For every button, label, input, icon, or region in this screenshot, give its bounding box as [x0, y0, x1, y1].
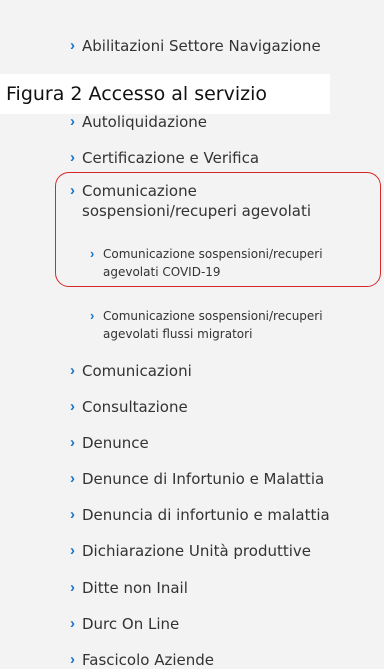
menu-item-denunce-di-infortunio-e-malattia[interactable]: › Denunce di Infortunio e Malattia: [70, 469, 324, 489]
menu-item-label: Dichiarazione Unità produttive: [82, 542, 312, 560]
menu-item-label: Denunce: [82, 434, 149, 452]
menu-item-label: Abilitazioni Settore Navigazione: [82, 37, 321, 55]
menu-item-label: Denunce di Infortunio e Malattia: [82, 470, 325, 488]
menu-item-certificazione-e-verifica[interactable]: › Certificazione e Verifica: [70, 148, 259, 168]
menu-item-dichiarazione-unita-produttive[interactable]: › Dichiarazione Unità produttive: [70, 541, 311, 561]
menu-item-label: Ditte non Inail: [82, 579, 188, 597]
chevron-right-icon: ›: [70, 470, 75, 487]
menu-item-label: Certificazione e Verifica: [82, 149, 260, 167]
menu-item-label: Denuncia di infortunio e malattia: [82, 506, 330, 524]
menu-item-denunce[interactable]: › Denunce: [70, 433, 149, 453]
chevron-right-icon: ›: [70, 113, 75, 130]
chevron-right-icon: ›: [70, 398, 75, 415]
chevron-right-icon: ›: [70, 506, 75, 523]
chevron-right-icon: ›: [70, 579, 75, 596]
chevron-right-icon: ›: [70, 615, 75, 632]
menu-item-abilitazioni-settore-navigazione[interactable]: › Abilitazioni Settore Navigazione: [70, 36, 321, 56]
chevron-right-icon: ›: [70, 651, 75, 668]
menu-item-durc-on-line[interactable]: › Durc On Line: [70, 614, 179, 634]
chevron-right-icon: ›: [70, 434, 75, 451]
submenu-item-label: Comunicazione sospensioni/recuperi agevo…: [103, 247, 323, 279]
menu-item-label: Autoliquidazione: [82, 113, 208, 131]
menu-item-fascicolo-aziende[interactable]: › Fascicolo Aziende: [70, 650, 214, 669]
chevron-right-icon: ›: [70, 37, 75, 54]
menu-item-label: Consultazione: [82, 398, 188, 416]
menu-item-ditte-non-inail[interactable]: › Ditte non Inail: [70, 578, 188, 598]
menu-item-denuncia-di-infortunio-e-malattia[interactable]: › Denuncia di infortunio e malattia: [70, 505, 330, 525]
submenu-item-covid-19[interactable]: › Comunicazione sospensioni/recuperi age…: [90, 245, 363, 281]
chevron-right-icon: ›: [70, 149, 75, 166]
chevron-right-icon: ›: [70, 182, 75, 199]
submenu-item-flussi-migratori[interactable]: › Comunicazione sospensioni/recuperi age…: [90, 307, 363, 343]
menu-item-label: Durc On Line: [82, 615, 180, 633]
menu-item-autoliquidazione[interactable]: › Autoliquidazione: [70, 112, 207, 132]
chevron-right-icon: ›: [90, 308, 95, 323]
menu-item-consultazione[interactable]: › Consultazione: [70, 397, 188, 417]
menu-item-comunicazione-sospensioni-recuperi-agevolati[interactable]: › Comunicazione sospensioni/recuperi age…: [70, 181, 352, 221]
menu-item-label: Comunicazione sospensioni/recuperi agevo…: [82, 182, 312, 220]
submenu-item-label: Comunicazione sospensioni/recuperi agevo…: [103, 309, 323, 341]
chevron-right-icon: ›: [70, 362, 75, 379]
menu-item-label: Fascicolo Aziende: [82, 651, 214, 669]
menu-item-label: Comunicazioni: [82, 362, 192, 380]
chevron-right-icon: ›: [70, 542, 75, 559]
menu-item-comunicazioni[interactable]: › Comunicazioni: [70, 361, 192, 381]
figure-caption: Figura 2 Accesso al servizio: [0, 74, 330, 114]
chevron-right-icon: ›: [90, 246, 95, 261]
